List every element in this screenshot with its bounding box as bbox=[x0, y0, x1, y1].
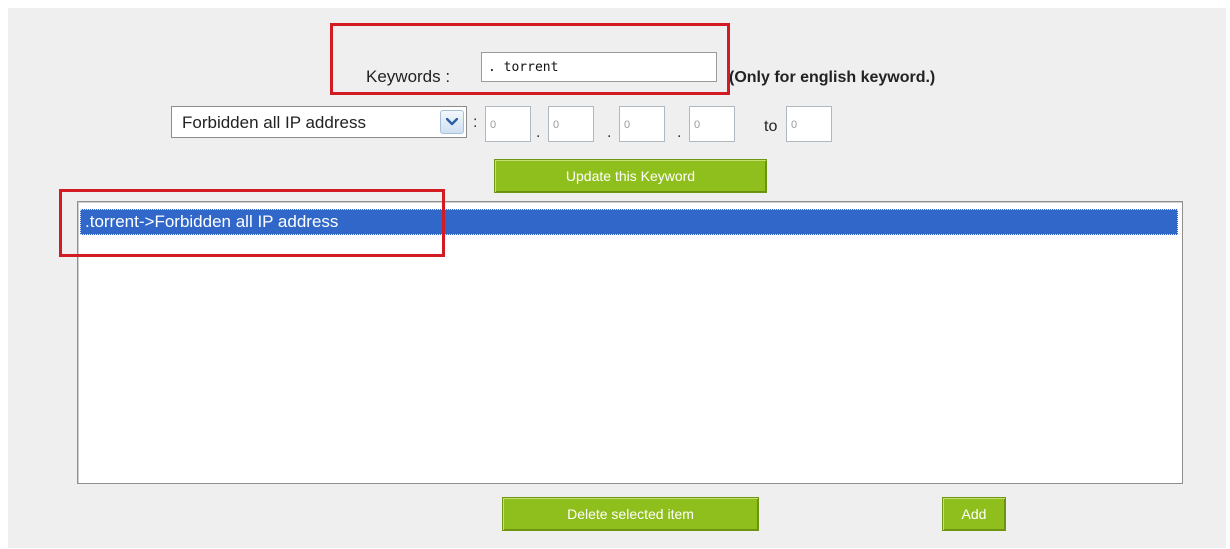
ip-colon: : bbox=[473, 114, 478, 131]
ip-dot-2: . bbox=[607, 124, 612, 141]
ip-scope-select[interactable]: Forbidden all IP address bbox=[171, 106, 467, 138]
keyword-note: (Only for english keyword.) bbox=[729, 69, 936, 86]
ip-range-end-input[interactable] bbox=[786, 106, 832, 142]
delete-selected-button[interactable]: Delete selected item bbox=[502, 497, 759, 531]
ip-dot-1: . bbox=[536, 124, 541, 141]
keywords-label: Keywords : bbox=[366, 67, 451, 86]
ip-octet-2-input[interactable] bbox=[548, 106, 594, 142]
chevron-down-icon[interactable] bbox=[440, 110, 464, 134]
update-keyword-button[interactable]: Update this Keyword bbox=[494, 159, 767, 193]
ip-octet-4-input[interactable] bbox=[689, 106, 735, 142]
list-item[interactable]: .torrent->Forbidden all IP address bbox=[80, 209, 1178, 235]
keyword-input[interactable] bbox=[481, 52, 717, 82]
ip-octet-3-input[interactable] bbox=[619, 106, 665, 142]
keyword-list[interactable]: .torrent->Forbidden all IP address bbox=[77, 201, 1183, 484]
ip-dot-3: . bbox=[677, 124, 682, 141]
ip-scope-select-value: Forbidden all IP address bbox=[182, 113, 366, 132]
ip-octet-1-input[interactable] bbox=[485, 106, 531, 142]
settings-panel: Keywords : (Only for english keyword.) F… bbox=[8, 8, 1226, 548]
ip-range-to-label: to bbox=[764, 118, 778, 135]
add-button[interactable]: Add bbox=[942, 497, 1006, 531]
